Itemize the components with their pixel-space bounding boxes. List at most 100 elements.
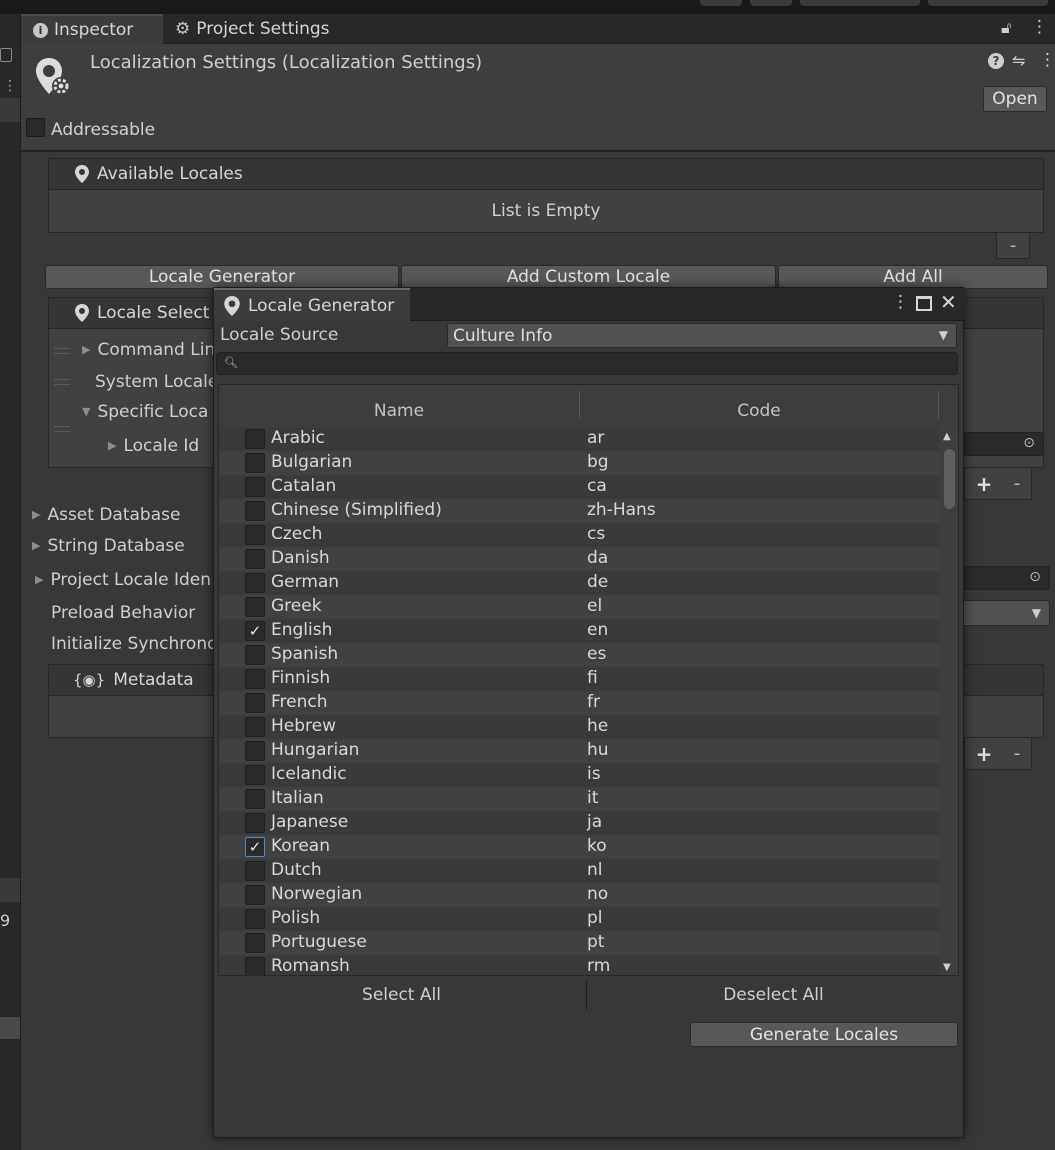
toolbar-pill[interactable] [750,0,792,6]
add-all-button[interactable]: Add All [778,265,1048,289]
locale-checkbox[interactable] [245,933,265,953]
locale-generator-button[interactable]: Locale Generator [45,265,399,289]
drag-handle[interactable] [54,379,70,385]
table-row[interactable]: Danish da [219,547,939,571]
presets-icon[interactable]: ⇋ [1012,51,1025,70]
locale-checkbox[interactable] [245,741,265,761]
locale-checkbox[interactable] [245,717,265,737]
kebab-icon[interactable]: ⋮ [1039,50,1055,70]
vertical-scrollbar[interactable]: ▲ ▼ [939,427,958,975]
table-row[interactable]: ✓ Korean ko [219,835,939,859]
kebab-icon[interactable]: ⋮ [3,78,17,94]
table-row[interactable]: German de [219,571,939,595]
locale-checkbox[interactable] [245,957,265,975]
select-all-button[interactable]: Select All [218,980,585,1010]
kebab-icon[interactable]: ⋮ [892,292,909,312]
table-row[interactable]: Japanese ja [219,811,939,835]
table-row[interactable]: Hebrew he [219,715,939,739]
selector-system-locale[interactable]: System Locale [95,372,218,392]
available-locales-header[interactable]: Available Locales [48,158,1044,190]
locale-checkbox[interactable] [245,813,265,833]
locale-checkbox[interactable] [245,501,265,521]
column-header-code[interactable]: Code [580,385,938,427]
lock-icon[interactable]: 🔓︎ [1001,18,1011,38]
locale-checkbox[interactable] [245,477,265,497]
deselect-all-button[interactable]: Deselect All [588,980,959,1010]
remove-selector-button[interactable]: - [1014,473,1021,494]
project-locale-field[interactable]: ⊙ [960,566,1050,590]
add-metadata-button[interactable]: + [976,742,993,766]
locale-checkbox[interactable] [245,765,265,785]
locale-checkbox[interactable] [245,525,265,545]
open-button[interactable]: Open [983,86,1047,112]
table-row[interactable]: Czech cs [219,523,939,547]
drag-handle[interactable] [54,426,70,432]
table-row[interactable]: Greek el [219,595,939,619]
remove-metadata-button[interactable]: - [1014,743,1021,764]
drag-handle[interactable] [54,348,70,354]
generate-locales-button[interactable]: Generate Locales [690,1022,958,1047]
table-row[interactable]: Portuguese pt [219,931,939,955]
toolbar-pill[interactable] [928,0,1048,6]
locale-checkbox[interactable]: ✓ [245,837,265,857]
remove-locale-button[interactable]: - [996,233,1030,259]
locale-checkbox[interactable] [245,549,265,569]
toolbar-pill[interactable] [700,0,742,6]
left-panel-row[interactable] [0,878,20,902]
scroll-up-icon[interactable]: ▲ [943,431,951,442]
locale-source-dropdown[interactable]: Culture Info ▼ [447,323,957,348]
scroll-down-icon[interactable]: ▼ [943,962,951,973]
search-input[interactable]: 🔍︎ [216,352,958,375]
tab-inspector[interactable]: i Inspector [21,14,163,44]
table-row[interactable]: Polish pl [219,907,939,931]
locale-checkbox[interactable] [245,645,265,665]
column-divider[interactable] [938,391,939,419]
locale-checkbox[interactable] [245,453,265,473]
locale-checkbox[interactable] [245,573,265,593]
add-selector-button[interactable]: + [976,472,993,496]
table-row[interactable]: Icelandic is [219,763,939,787]
left-panel-row[interactable] [0,98,20,122]
kebab-icon[interactable]: ⋮ [1031,17,1048,37]
asset-database-foldout[interactable]: Asset Database [32,505,180,525]
locale-checkbox[interactable] [245,861,265,881]
addressable-checkbox[interactable] [26,118,45,137]
locale-checkbox[interactable] [245,789,265,809]
string-database-foldout[interactable]: String Database [32,536,184,556]
locale-checkbox[interactable] [245,885,265,905]
locale-checkbox[interactable] [245,429,265,449]
locale-checkbox[interactable]: ✓ [245,621,265,641]
object-picker-icon[interactable]: ⊙ [1023,435,1035,451]
table-row[interactable]: Catalan ca [219,475,939,499]
locale-checkbox[interactable] [245,669,265,689]
maximize-icon[interactable] [916,296,932,311]
scrollbar-thumb[interactable] [944,449,955,509]
table-row[interactable]: ✓ English en [219,619,939,643]
table-row[interactable]: Spanish es [219,643,939,667]
selector-command-line[interactable]: Command Lin [82,340,215,360]
tab-locale-generator[interactable]: Locale Generator [214,288,411,321]
project-locale-foldout[interactable]: Project Locale Iden [35,570,211,590]
preload-behavior-dropdown[interactable]: ▼ [960,600,1050,626]
add-custom-locale-button[interactable]: Add Custom Locale [401,265,776,289]
table-row[interactable]: Norwegian no [219,883,939,907]
table-row[interactable]: Arabic ar [219,427,939,451]
toolbar-pill[interactable] [800,0,920,6]
locale-checkbox[interactable] [245,693,265,713]
column-header-name[interactable]: Name [219,385,579,427]
left-panel-row[interactable] [0,1017,20,1039]
table-row[interactable]: Chinese (Simplified) zh-Hans [219,499,939,523]
locale-checkbox[interactable] [245,909,265,929]
selector-specific-locale[interactable]: Specific Loca [82,402,208,422]
table-row[interactable]: Bulgarian bg [219,451,939,475]
table-row[interactable]: Italian it [219,787,939,811]
object-picker-icon[interactable]: ⊙ [1029,569,1041,585]
locale-checkbox[interactable] [245,597,265,617]
locale-id-field[interactable]: ⊙ [960,432,1044,456]
tab-project-settings[interactable]: ⚙ Project Settings [163,14,342,44]
close-icon[interactable]: ✕ [940,290,957,314]
panel-maximize-icon[interactable] [0,48,12,62]
table-row[interactable]: Romansh rm [219,955,939,975]
table-row[interactable]: Finnish fi [219,667,939,691]
table-row[interactable]: French fr [219,691,939,715]
